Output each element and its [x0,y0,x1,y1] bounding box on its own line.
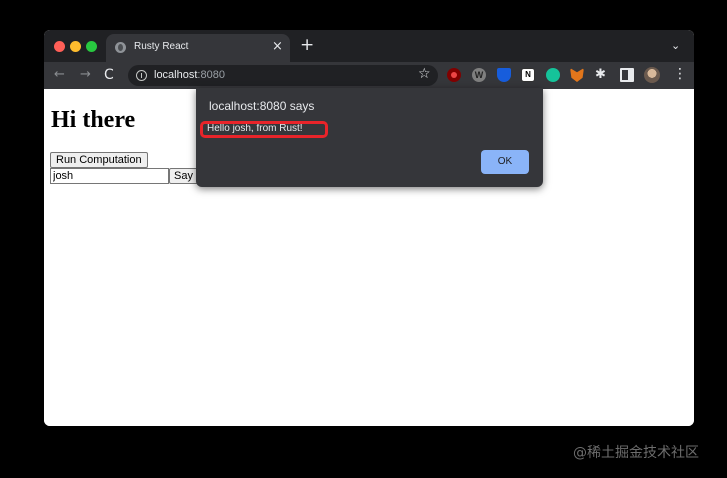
site-info-icon[interactable] [136,70,147,81]
grammarly-extension-icon[interactable] [546,68,560,82]
browser-toolbar: ← → C localhost:8080 ☆ W N ✱ ⋮ [44,62,694,89]
watermark-text: @稀土掘金技术社区 [573,445,699,461]
notion-extension-icon[interactable]: N [521,68,535,82]
w-extension-icon[interactable]: W [472,68,486,82]
name-input[interactable] [50,168,169,184]
back-arrow-icon[interactable]: ← [54,67,65,83]
metamask-extension-icon[interactable] [570,68,584,82]
bookmark-star-icon[interactable]: ☆ [418,66,431,82]
browser-tab[interactable]: Rusty React × [106,34,290,62]
tab-title: Rusty React [134,41,189,52]
url-port: :8080 [197,69,225,81]
ok-button[interactable]: OK [481,150,529,174]
title-bar: Rusty React × + ⌄ [44,30,694,62]
reload-icon[interactable]: C [104,67,114,83]
globe-icon [115,42,126,53]
address-bar[interactable]: localhost:8080 ☆ [128,65,438,86]
side-panel-icon[interactable] [620,68,634,82]
bitwarden-extension-icon[interactable] [497,68,511,82]
url-text[interactable]: localhost:8080 [154,69,225,81]
profile-avatar[interactable] [644,67,660,83]
annotation-highlight-box [200,121,328,138]
run-computation-button[interactable]: Run Computation [50,152,148,168]
window-minimize-button[interactable] [70,41,81,52]
ublock-extension-icon[interactable] [447,68,461,82]
alert-dialog: localhost:8080 says Hello josh, from Rus… [196,88,543,187]
chevron-down-icon[interactable]: ⌄ [671,39,680,52]
extensions-puzzle-icon[interactable]: ✱ [595,67,609,82]
window-maximize-button[interactable] [86,41,97,52]
page-heading: Hi there [51,107,136,133]
new-tab-button[interactable]: + [300,36,314,54]
window-close-button[interactable] [54,41,65,52]
forward-arrow-icon[interactable]: → [80,67,91,83]
dialog-title: localhost:8080 says [209,99,315,113]
url-host: localhost [154,69,198,81]
more-menu-icon[interactable]: ⋮ [673,66,687,82]
say-button[interactable]: Say [169,168,198,184]
tab-close-button[interactable]: × [272,39,283,55]
